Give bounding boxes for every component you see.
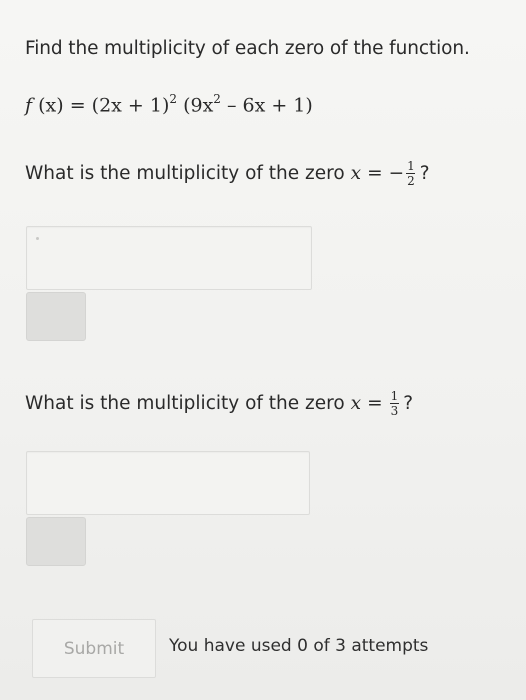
question-two-fraction: 1 3 bbox=[389, 389, 400, 418]
submit-button[interactable]: Submit bbox=[32, 619, 156, 678]
factor-two-open: (9x bbox=[183, 94, 214, 117]
question-two-equals: = bbox=[367, 393, 383, 414]
factor-one-exponent: 2 bbox=[169, 92, 178, 106]
question-one-sign: − bbox=[388, 163, 405, 184]
question-two-numerator: 1 bbox=[390, 389, 399, 403]
question-two-text: What is the multiplicity of the zero bbox=[25, 393, 345, 414]
answer-two-helper-button[interactable] bbox=[26, 517, 86, 566]
question-one-equals: = bbox=[367, 163, 383, 184]
question-page: Find the multiplicity of each zero of th… bbox=[0, 0, 526, 700]
question-one: What is the multiplicity of the zero x =… bbox=[25, 160, 430, 187]
question-two-variable: x bbox=[350, 393, 362, 414]
question-one-mark: ? bbox=[419, 163, 430, 184]
question-one-numerator: 1 bbox=[407, 159, 415, 173]
question-one-variable: x bbox=[350, 163, 362, 184]
question-two-denominator: 3 bbox=[390, 404, 399, 418]
factor-one: (2x + 1) bbox=[91, 94, 170, 117]
function-equation: f (x) = (2x + 1)2 (9x2 – 6x + 1) bbox=[25, 92, 313, 117]
question-two: What is the multiplicity of the zero x =… bbox=[25, 390, 413, 417]
question-one-fraction: 1 2 bbox=[406, 160, 416, 187]
answer-two-input[interactable] bbox=[26, 451, 310, 515]
answer-one-input[interactable] bbox=[26, 226, 312, 290]
function-name: f bbox=[25, 94, 33, 117]
problem-prompt: Find the multiplicity of each zero of th… bbox=[25, 38, 470, 59]
cursor-marker bbox=[36, 237, 39, 240]
function-argument: (x) bbox=[38, 94, 64, 117]
question-two-mark: ? bbox=[403, 393, 414, 414]
factor-two-exponent: 2 bbox=[213, 92, 221, 106]
question-one-text: What is the multiplicity of the zero bbox=[25, 163, 345, 184]
question-one-denominator: 2 bbox=[407, 174, 415, 188]
factor-two-rest: – 6x + 1) bbox=[226, 94, 313, 117]
equation-equals: = bbox=[69, 94, 86, 117]
attempts-counter: You have used 0 of 3 attempts bbox=[169, 636, 429, 656]
answer-one-helper-button[interactable] bbox=[26, 292, 86, 341]
